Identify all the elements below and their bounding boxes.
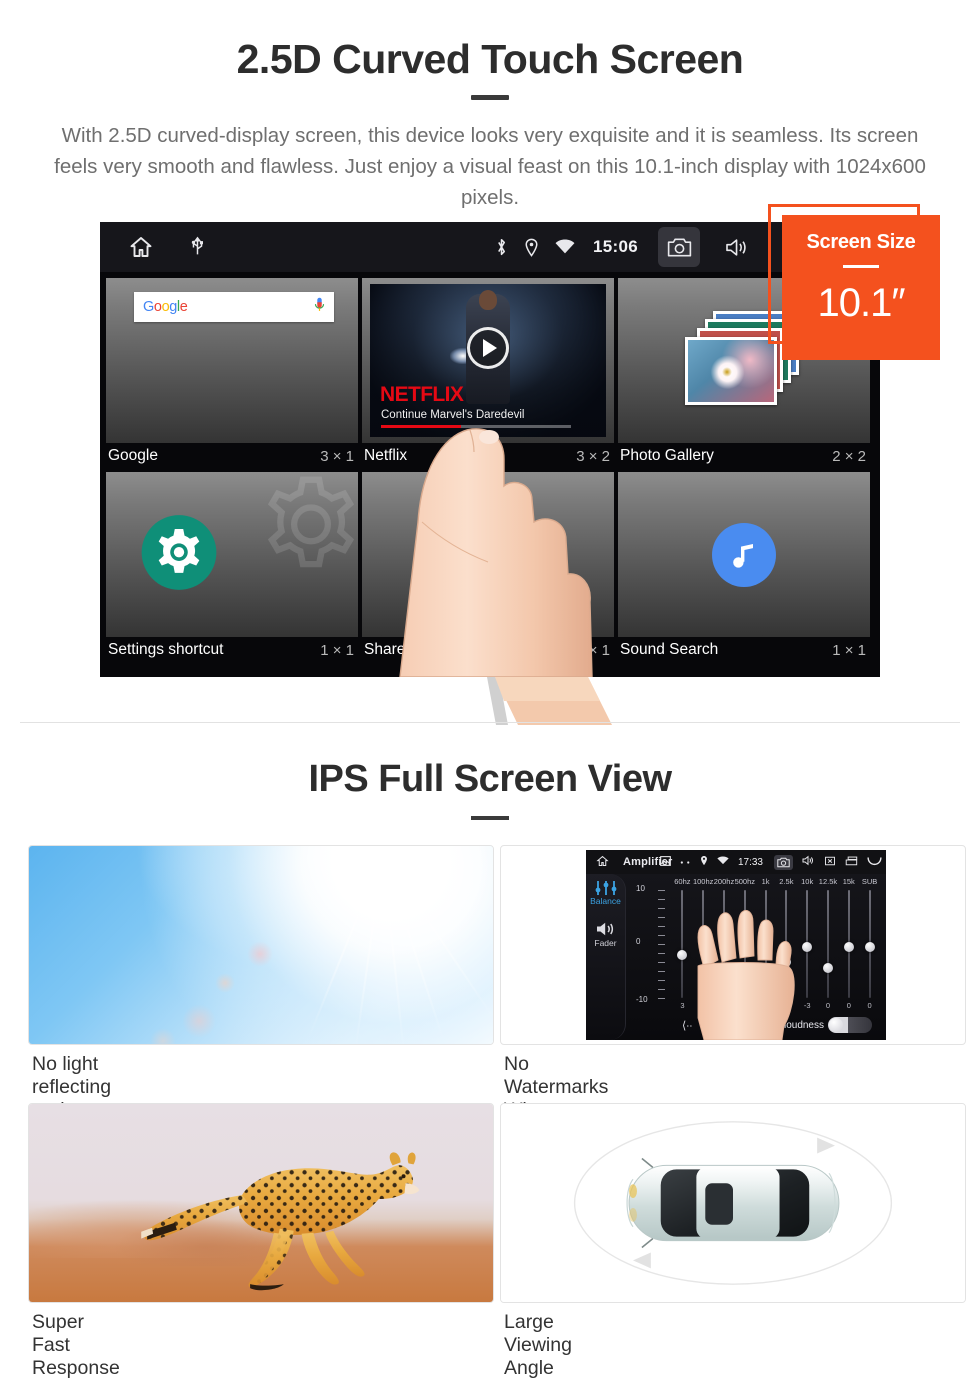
hand-illustration [697, 910, 795, 1040]
feature-card-image-frame [500, 1103, 966, 1303]
widget-netflix[interactable]: NETFLIX Continue Marvel's Daredevil Netf… [362, 278, 614, 468]
widget-share-location-label: Share location [364, 641, 464, 658]
page-indicator[interactable] [100, 668, 880, 671]
feature-card-image-frame [28, 1103, 494, 1303]
arm-illustration [487, 677, 612, 725]
sunny-sky-photo [29, 846, 493, 1044]
widget-netflix-size: 3 × 2 [576, 447, 610, 465]
mic-icon[interactable] [314, 297, 325, 317]
running-cheetah-photo [29, 1104, 493, 1302]
car-top-view-illustration [501, 1104, 965, 1302]
amplifier-equalizer-screenshot: Amplifier 17:33 Balance Fader 10 0 -10 6… [586, 850, 886, 1040]
screen-size-badge-label: Screen Size [806, 231, 916, 253]
netflix-subtitle: Continue Marvel's Daredevil [381, 409, 525, 421]
widget-google[interactable]: Google Google 3 × 1 [106, 278, 358, 468]
widget-google-label: Google [108, 447, 158, 464]
widget-photo-gallery-size: 2 × 2 [832, 447, 866, 465]
android-status-bar: 15:06 [100, 222, 880, 272]
camera-icon[interactable] [658, 227, 700, 267]
widget-settings-shortcut[interactable]: Settings shortcut 1 × 1 [106, 472, 358, 662]
play-icon[interactable] [467, 327, 509, 370]
settings-gear-icon [140, 513, 218, 596]
widget-share-location[interactable]: G Share location 1 × 1 [362, 472, 614, 662]
page-dot-2[interactable] [479, 668, 501, 671]
feature-card-image-frame [28, 845, 494, 1045]
status-bar-clock: 15:06 [593, 237, 638, 256]
widget-sound-search[interactable]: Sound Search 1 × 1 [618, 472, 870, 662]
google-search-box[interactable]: Google [134, 292, 334, 322]
feature-card-caption: Super Fast Response [32, 1311, 120, 1379]
widget-sound-search-label: Sound Search [620, 641, 719, 658]
widget-settings-preview [106, 472, 358, 637]
head-unit-home-screen: 15:06 Google Google 3 × 1 NETFLIX Contin… [100, 222, 880, 677]
netflix-progress-bar [381, 425, 571, 428]
product-detail-page: 2.5D Curved Touch Screen With 2.5D curve… [0, 0, 980, 1394]
page-dot-1[interactable] [450, 668, 472, 671]
usb-icon [190, 236, 205, 258]
feature-card-caption: Large Viewing Angle [504, 1311, 572, 1379]
page-dot-3-active[interactable] [508, 668, 530, 671]
widget-settings-label: Settings shortcut [108, 641, 224, 658]
widget-picker-grid: Google Google 3 × 1 NETFLIX Continue Mar… [100, 272, 880, 677]
widget-netflix-preview: NETFLIX Continue Marvel's Daredevil [362, 278, 614, 443]
widget-sound-search-preview [618, 472, 870, 637]
google-maps-icon: G [422, 518, 484, 581]
bluetooth-icon [495, 237, 508, 257]
feature-card-image-frame: Amplifier 17:33 Balance Fader 10 0 -10 6… [500, 845, 966, 1045]
section-2-underline-rule [471, 816, 509, 820]
section-2-title: IPS Full Screen View [308, 758, 672, 800]
screen-size-badge-value: 10.1″ [817, 281, 905, 325]
widget-settings-size: 1 × 1 [320, 641, 354, 659]
google-logo: Google [143, 299, 188, 315]
wifi-icon [555, 239, 575, 255]
section-1-description: With 2.5D curved-display screen, this de… [54, 124, 926, 209]
widget-sound-search-size: 1 × 1 [832, 641, 866, 659]
screen-size-badge: Screen Size 10.1″ [782, 215, 940, 360]
settings-gear-watermark-icon [236, 472, 358, 605]
section-1-title: 2.5D Curved Touch Screen [236, 36, 744, 82]
location-pin-icon [524, 238, 539, 257]
widget-google-size: 3 × 1 [320, 447, 354, 465]
music-note-icon [712, 522, 776, 587]
section-divider [20, 722, 960, 723]
widget-netflix-label: Netflix [364, 447, 408, 464]
home-icon[interactable] [128, 235, 154, 259]
feature-card-grid: No light reflecting under 360° direct su… [0, 845, 980, 1379]
widget-share-location-size: 1 × 1 [576, 641, 610, 659]
widget-photo-gallery-label: Photo Gallery [620, 447, 714, 464]
screen-size-badge-rule [843, 265, 879, 268]
volume-icon[interactable] [716, 227, 758, 267]
widget-share-location-preview: G [362, 472, 614, 637]
title-underline-rule [471, 95, 509, 100]
netflix-brand: NETFLIX [380, 383, 464, 406]
widget-google-preview: Google [106, 278, 358, 443]
netflix-artwork: NETFLIX Continue Marvel's Daredevil [370, 284, 606, 437]
